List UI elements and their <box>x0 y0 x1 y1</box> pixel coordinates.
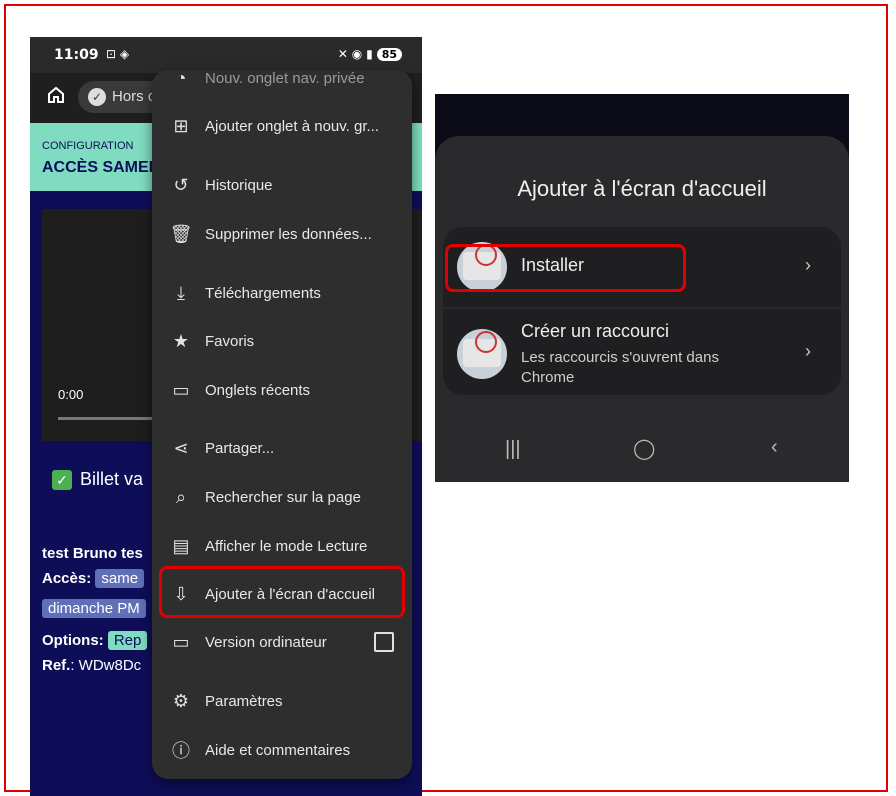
status-notification-icons: ⊡ ◈ <box>106 47 130 61</box>
status-time: 11:09 <box>54 47 99 63</box>
share-icon: ⋖ <box>173 437 189 458</box>
desktop-icon: ▭ <box>172 631 190 652</box>
sheet-title: Ajouter à l'écran d'accueil <box>517 176 767 201</box>
menu-item-reader-mode[interactable]: ▤ Afficher le mode Lecture <box>152 524 412 568</box>
menu-item-label: Partager... <box>205 439 275 457</box>
back-icon[interactable]: ‹ <box>771 436 778 459</box>
chevron-right-icon: › <box>805 341 811 361</box>
check-icon: ✓ <box>52 469 72 490</box>
menu-item-label: Supprimer les données... <box>205 225 372 243</box>
menu-item-label: Ajouter onglet à nouv. gr... <box>205 117 380 135</box>
status-bar: 11:09 ⊡ ◈ ✕ ◉ ▮ 85 <box>30 37 422 73</box>
menu-item-tab-group[interactable]: ⊞ Ajouter onglet à nouv. gr... <box>152 104 412 148</box>
shortcut-desc-line1: Les raccourcis s'ouvrent dans <box>521 349 719 366</box>
recent-apps-icon[interactable]: ||| <box>505 438 521 461</box>
history-icon: ↺ <box>173 174 189 195</box>
incognito-icon: ◔ <box>175 70 187 88</box>
menu-item-label: Onglets récents <box>205 381 311 399</box>
menu-item-share[interactable]: ⋖ Partager... <box>152 426 412 470</box>
star-icon: ★ <box>172 330 190 351</box>
menu-item-label: Favoris <box>205 332 255 350</box>
create-shortcut-option[interactable]: Créer un raccourci Les raccourcis s'ouvr… <box>443 309 841 395</box>
android-nav-bar: ||| ◯ ‹ <box>435 432 849 472</box>
ticket-status-text: Billet va <box>80 469 144 489</box>
find-in-page-icon: ⌕ <box>175 486 187 507</box>
info-name: test Bruno tes <box>42 545 143 562</box>
menu-item-history[interactable]: ↺ Historique <box>152 163 412 207</box>
shortcut-label: Créer un raccourci <box>521 321 670 341</box>
gear-icon: ⚙ <box>172 690 190 711</box>
menu-item-help[interactable]: ⓘ Aide et commentaires <box>152 728 412 772</box>
menu-item-bookmarks[interactable]: ★ Favoris <box>152 319 412 363</box>
signal-icons: ✕ ◉ ▮ <box>337 47 373 61</box>
info-acces-label: Accès: <box>42 570 92 587</box>
highlight-install <box>445 244 686 292</box>
shortcut-desc-line2: Chrome <box>521 369 575 386</box>
battery-icon: 85 <box>376 47 402 61</box>
devices-icon: ▭ <box>172 379 190 400</box>
home-icon[interactable] <box>46 85 66 105</box>
menu-item-clear-data[interactable]: 🗑 Supprimer les données... <box>152 212 412 256</box>
ticket-status: ✓ Billet va <box>52 469 143 490</box>
config-label: CONFIGURATION <box>42 140 134 152</box>
app-icon <box>457 329 507 379</box>
trash-icon: 🗑 <box>169 223 193 244</box>
menu-item-settings[interactable]: ⚙ Paramètres <box>152 679 412 723</box>
menu-item-label: Version ordinateur <box>205 633 327 651</box>
desktop-site-checkbox[interactable] <box>374 632 394 652</box>
info-acces: Accès: same <box>42 569 145 588</box>
reader-icon: ▤ <box>172 535 190 556</box>
menu-item-incognito[interactable]: ◔ Nouv. onglet nav. privée <box>152 70 412 100</box>
tab-group-icon: ⊞ <box>173 115 189 136</box>
download-icon: ⤓ <box>177 282 185 303</box>
status-icons: ✕ ◉ ▮ 85 <box>338 47 402 61</box>
info-acces-tag: same <box>95 569 145 588</box>
menu-item-find-in-page[interactable]: ⌕ Rechercher sur la page <box>152 475 412 519</box>
highlight-add-to-home <box>159 566 405 618</box>
help-icon: ⓘ <box>172 741 190 761</box>
menu-item-label: Paramètres <box>205 692 283 710</box>
home-nav-icon[interactable]: ◯ <box>633 436 655 461</box>
info-options: Options: Rep <box>42 631 148 650</box>
offline-icon: ✓ <box>88 88 106 106</box>
menu-item-label: Téléchargements <box>205 284 321 302</box>
menu-item-recent-tabs[interactable]: ▭ Onglets récents <box>152 368 412 412</box>
menu-item-label: Historique <box>205 176 273 194</box>
browser-overflow-menu: ◔ Nouv. onglet nav. privée ⊞ Ajouter ong… <box>152 70 412 779</box>
menu-item-desktop-site[interactable]: ▭ Version ordinateur <box>152 620 412 664</box>
menu-item-label: Aide et commentaires <box>205 741 351 759</box>
menu-item-label: Nouv. onglet nav. privée <box>205 70 365 87</box>
config-title: ACCÈS SAMEI <box>42 159 154 176</box>
chevron-right-icon: › <box>805 255 811 275</box>
info-ref-value: : WDw8Dc <box>70 657 142 674</box>
info-dimanche-tag: dimanche PM <box>42 599 146 618</box>
info-name-text: test Bruno tes <box>42 545 143 562</box>
menu-item-label: Rechercher sur la page <box>205 488 361 506</box>
info-options-tag: Rep <box>107 631 148 650</box>
url-text: Hors c <box>112 88 156 105</box>
menu-item-label: Afficher le mode Lecture <box>205 537 368 555</box>
info-ref: Ref.: WDw8Dc <box>42 657 141 674</box>
menu-item-downloads[interactable]: ⤓ Téléchargements <box>152 271 412 315</box>
info-ref-label: Ref. <box>42 657 71 674</box>
info-options-label: Options: <box>42 632 104 649</box>
video-time: 0:00 <box>58 387 84 402</box>
info-dimanche: dimanche PM <box>42 599 146 618</box>
